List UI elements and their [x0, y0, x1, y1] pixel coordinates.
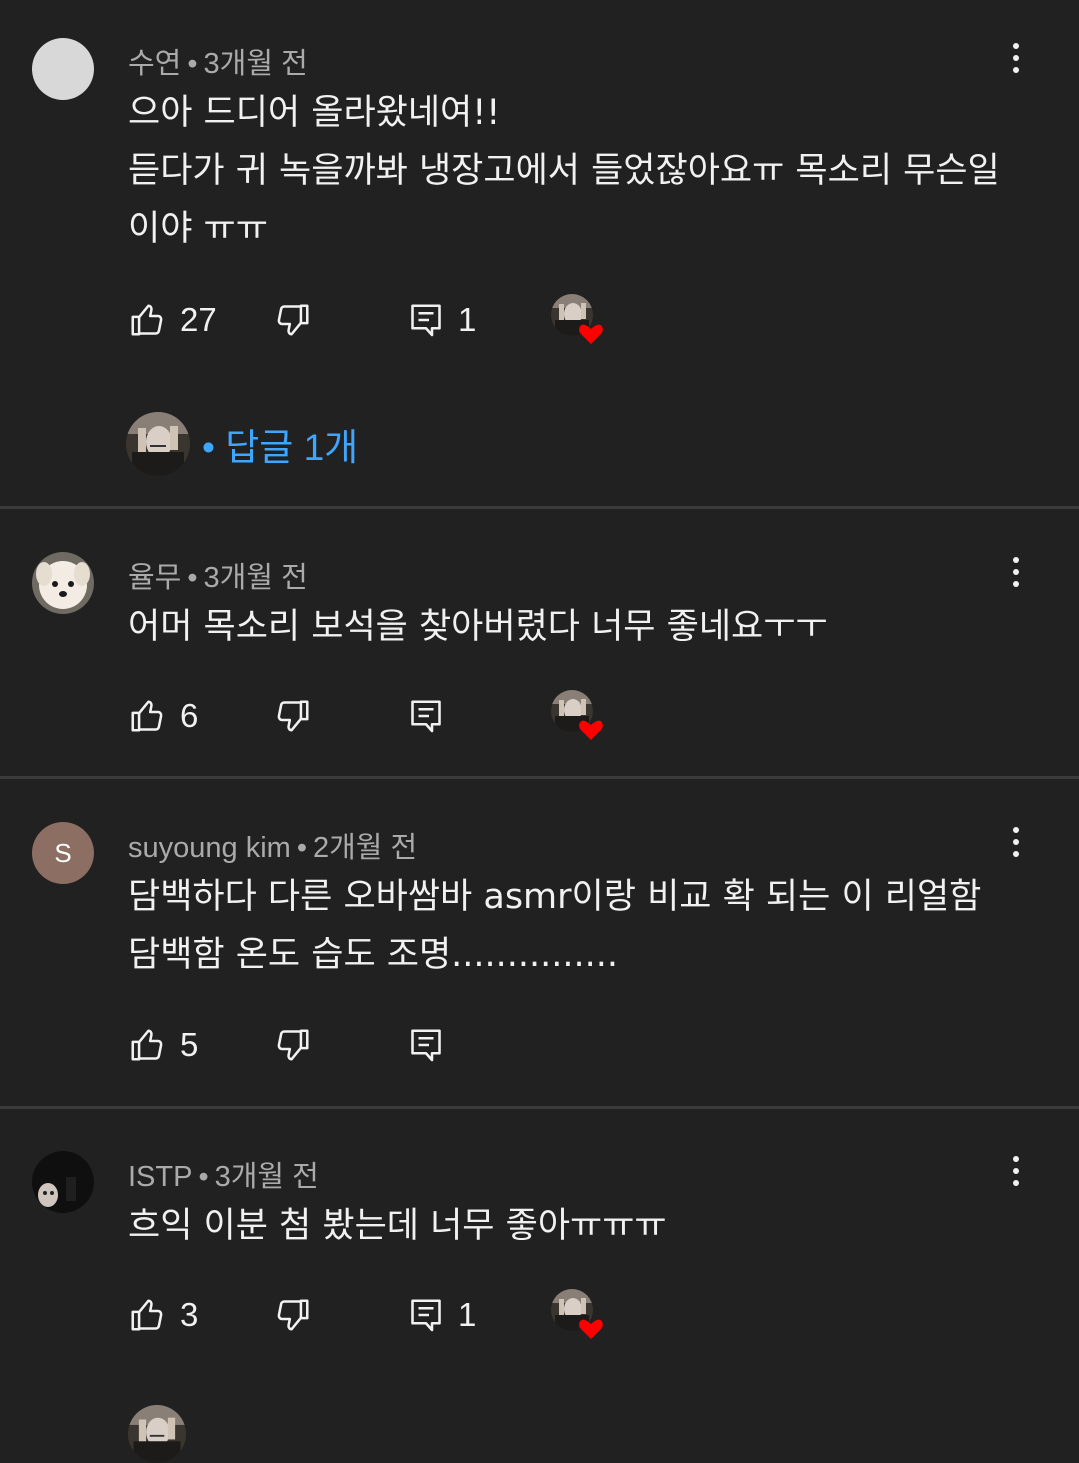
dislike-button[interactable]	[274, 1293, 312, 1337]
reply-button[interactable]	[408, 694, 444, 738]
comment-time[interactable]: 2개월 전	[313, 832, 417, 864]
comment-text: 흐익 이분 첨 봤는데 너무 좋아ㅠㅠㅠ	[128, 1206, 667, 1246]
creator-heart-icon[interactable]	[551, 690, 605, 744]
comment-author[interactable]: ISTP	[128, 1161, 192, 1193]
like-count: 5	[180, 1026, 199, 1063]
divider	[0, 1106, 1079, 1109]
like-count: 3	[180, 1296, 199, 1333]
comment-meta: 율무 • 3개월 전	[128, 554, 308, 596]
reply-button[interactable]: 1	[408, 298, 476, 342]
thumbs-up-icon	[128, 301, 166, 339]
avatar[interactable]: S	[32, 822, 94, 884]
reply-button[interactable]	[408, 1023, 444, 1067]
thumbs-up-icon	[128, 697, 166, 735]
comment-actions: 27 1	[128, 298, 1028, 342]
thumbs-down-icon	[274, 1296, 312, 1334]
view-replies-button[interactable]: • 답글 1개	[126, 412, 358, 476]
thumbs-down-icon	[274, 1026, 312, 1064]
like-count: 6	[180, 697, 199, 734]
comment-text: 담백하다 다른 오바쌈바 asmr이랑 비교 확 되는 이 리얼함 담백함 온도…	[128, 877, 982, 975]
comment-actions: 3 1	[128, 1293, 1028, 1337]
comment-author[interactable]: suyoung kim	[128, 832, 291, 864]
more-vertical-icon[interactable]	[1002, 822, 1030, 862]
reply-count: 1	[458, 301, 477, 338]
dislike-button[interactable]	[274, 694, 312, 738]
like-button[interactable]: 27	[128, 298, 217, 342]
thumbs-up-icon	[128, 1296, 166, 1334]
comment-time[interactable]: 3개월 전	[204, 48, 308, 80]
comment-icon	[408, 302, 444, 338]
like-button[interactable]: 5	[128, 1023, 198, 1067]
more-vertical-icon[interactable]	[1002, 1151, 1030, 1191]
comment-author[interactable]: 수연	[128, 48, 181, 80]
comment-icon	[408, 1297, 444, 1333]
reply-count: 1	[458, 1296, 477, 1333]
like-button[interactable]: 3	[128, 1293, 198, 1337]
more-vertical-icon[interactable]	[1002, 552, 1030, 592]
meta-separator: •	[187, 48, 198, 80]
comment-icon	[408, 698, 444, 734]
comment-icon	[408, 1027, 444, 1063]
comment-text: 으아 드디어 올라왔네여!! 듣다가 귀 녹을까봐 냉장고에서 들었잖아요ㅠ 목…	[128, 93, 1000, 249]
dislike-button[interactable]	[274, 298, 312, 342]
comment-author[interactable]: 율무	[128, 562, 181, 594]
comment-actions: 6	[128, 694, 1028, 738]
like-button[interactable]: 6	[128, 694, 198, 738]
comment-actions: 5	[128, 1023, 1028, 1067]
more-vertical-icon[interactable]	[1002, 38, 1030, 78]
thumbs-up-icon	[128, 1026, 166, 1064]
thumbs-down-icon	[274, 697, 312, 735]
dislike-button[interactable]	[274, 1023, 312, 1067]
creator-heart-icon[interactable]	[551, 1289, 605, 1343]
avatar[interactable]	[32, 38, 94, 100]
comment-meta: suyoung kim • 2개월 전	[128, 824, 417, 866]
divider	[0, 506, 1079, 509]
meta-separator: •	[187, 562, 198, 594]
thumbs-down-icon	[274, 301, 312, 339]
avatar[interactable]	[32, 1151, 94, 1213]
creator-avatar[interactable]	[128, 1405, 186, 1463]
creator-heart-icon[interactable]	[551, 294, 605, 348]
comment-time[interactable]: 3개월 전	[204, 562, 308, 594]
view-replies-label: • 답글 1개	[202, 427, 359, 468]
comment-text: 어머 목소리 보석을 찾아버렸다 너무 좋네요ㅜㅜ	[128, 607, 828, 647]
comment-meta: ISTP • 3개월 전	[128, 1153, 319, 1195]
like-count: 27	[180, 301, 217, 338]
comment-time[interactable]: 3개월 전	[215, 1161, 319, 1193]
creator-avatar	[126, 412, 190, 476]
reply-button[interactable]: 1	[408, 1293, 476, 1337]
comment-meta: 수연 • 3개월 전	[128, 40, 308, 82]
divider	[0, 776, 1079, 779]
meta-separator: •	[198, 1161, 209, 1193]
meta-separator: •	[296, 832, 307, 864]
avatar[interactable]	[32, 552, 94, 614]
